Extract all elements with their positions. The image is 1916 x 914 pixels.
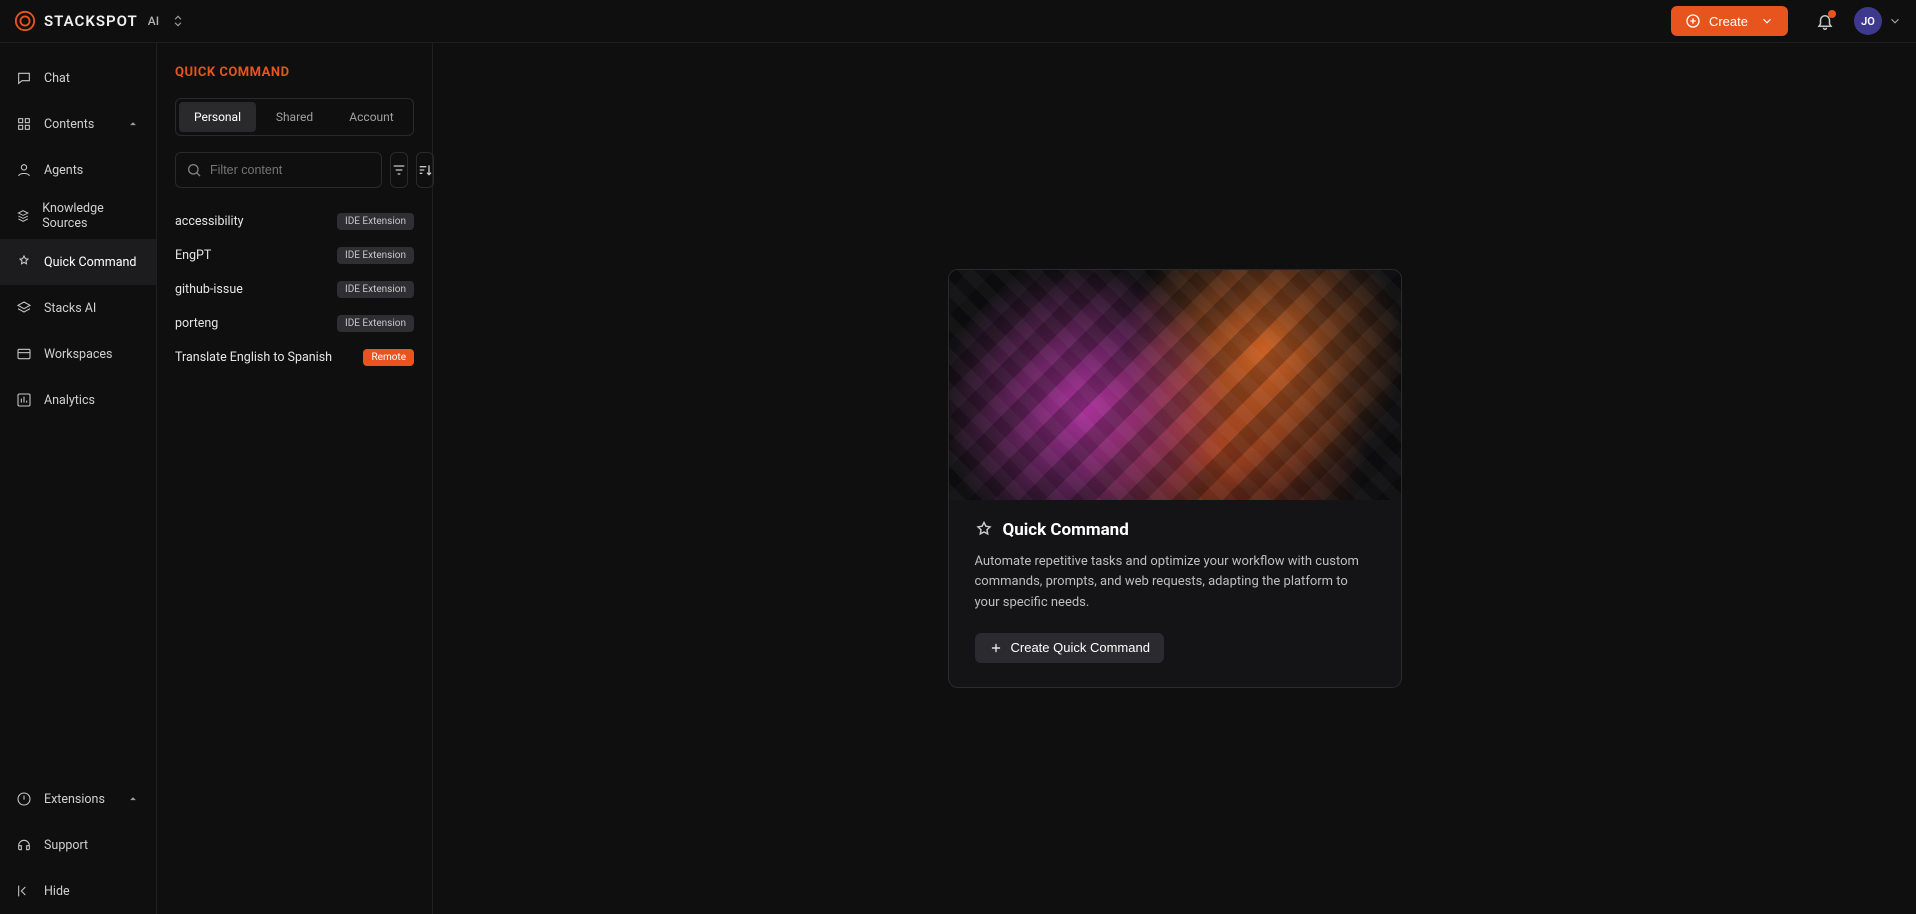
search-input[interactable] [210, 163, 371, 177]
layers-icon [16, 300, 32, 316]
sidebar-item-label: Contents [44, 117, 94, 132]
command-badge: IDE Extension [337, 281, 414, 298]
command-badge: IDE Extension [337, 213, 414, 230]
command-item[interactable]: EngPT IDE Extension [175, 238, 414, 272]
filter-button[interactable] [390, 152, 408, 188]
card-description: Automate repetitive tasks and optimize y… [975, 552, 1375, 612]
brand-suffix: AI [148, 14, 159, 28]
command-list: accessibility IDE Extension EngPT IDE Ex… [175, 204, 414, 374]
search-box[interactable] [175, 152, 382, 188]
command-badge: Remote [363, 349, 414, 366]
sidebar-item-hide[interactable]: Hide [0, 868, 156, 914]
sidebar-item-label: Quick Command [44, 255, 136, 270]
create-button[interactable]: Create [1671, 6, 1788, 36]
command-badge: IDE Extension [337, 315, 414, 332]
command-name: EngPT [175, 248, 211, 263]
sidebar-item-label: Knowledge Sources [42, 201, 140, 231]
command-name: github-issue [175, 282, 243, 297]
sidebar-item-extensions[interactable]: Extensions [0, 776, 156, 822]
avatar: JO [1854, 7, 1882, 35]
command-icon [16, 254, 32, 270]
agent-icon [16, 162, 32, 178]
sidebar-item-label: Agents [44, 163, 83, 178]
create-quick-command-button[interactable]: Create Quick Command [975, 633, 1164, 663]
card-title: Quick Command [1003, 520, 1129, 540]
sidebar-item-contents[interactable]: Contents [0, 101, 156, 147]
user-menu[interactable]: JO [1854, 7, 1902, 35]
command-item[interactable]: porteng IDE Extension [175, 306, 414, 340]
notifications-button[interactable] [1816, 12, 1834, 30]
chevron-down-icon [1888, 14, 1902, 28]
filter-icon [391, 162, 407, 178]
sort-button[interactable] [416, 152, 434, 188]
brand-logo-icon [14, 10, 36, 32]
create-button-label: Create [1709, 14, 1748, 29]
card-cta-label: Create Quick Command [1011, 640, 1150, 655]
sidebar-item-label: Stacks AI [44, 301, 96, 316]
command-name: Translate English to Spanish [175, 350, 332, 365]
sidebar-item-label: Analytics [44, 393, 95, 408]
command-badge: IDE Extension [337, 247, 414, 264]
headset-icon [16, 837, 32, 853]
command-item[interactable]: github-issue IDE Extension [175, 272, 414, 306]
sidebar-item-label: Extensions [44, 792, 105, 807]
chevron-down-icon [1760, 14, 1774, 28]
command-name: accessibility [175, 214, 244, 229]
quick-command-card: Quick Command Automate repetitive tasks … [948, 269, 1402, 687]
tab-shared[interactable]: Shared [256, 102, 333, 132]
stack-icon [16, 208, 30, 224]
sidebar-item-support[interactable]: Support [0, 822, 156, 868]
caret-up-icon [126, 792, 140, 806]
sidebar-item-label: Workspaces [44, 347, 113, 362]
panel-title: QUICK COMMAND [175, 65, 414, 80]
sidebar-item-label: Hide [44, 884, 70, 899]
sidebar-item-analytics[interactable]: Analytics [0, 377, 156, 423]
command-item[interactable]: accessibility IDE Extension [175, 204, 414, 238]
collapse-icon [16, 883, 32, 899]
sidebar-item-quick-command[interactable]: Quick Command [0, 239, 156, 285]
command-name: porteng [175, 316, 218, 331]
command-item[interactable]: Translate English to Spanish Remote [175, 340, 414, 374]
canvas: Quick Command Automate repetitive tasks … [433, 43, 1916, 914]
sidebar-item-label: Support [44, 838, 88, 853]
grid-icon [16, 116, 32, 132]
brand[interactable]: STACKSPOT AI [14, 10, 185, 32]
notification-dot [1828, 10, 1836, 18]
commands-panel: QUICK COMMAND PersonalSharedAccount acce… [157, 43, 433, 914]
power-icon [16, 791, 32, 807]
caret-up-icon [126, 117, 140, 131]
brand-switcher-icon[interactable] [171, 14, 185, 28]
plus-icon [989, 641, 1003, 655]
chat-icon [16, 70, 32, 86]
tab-personal[interactable]: Personal [179, 102, 256, 132]
sidebar-item-workspaces[interactable]: Workspaces [0, 331, 156, 377]
brand-name: STACKSPOT [44, 12, 138, 30]
sidebar-item-stacks-ai[interactable]: Stacks AI [0, 285, 156, 331]
workspace-icon [16, 346, 32, 362]
search-icon [186, 162, 202, 178]
sidebar-item-knowledge-sources[interactable]: Knowledge Sources [0, 193, 156, 239]
sort-icon [417, 162, 433, 178]
sidebar: Chat Contents Agents Knowledge Sources Q… [0, 43, 157, 914]
card-hero-image [949, 270, 1401, 500]
sidebar-item-agents[interactable]: Agents [0, 147, 156, 193]
plus-circle-icon [1685, 13, 1701, 29]
avatar-initials: JO [1861, 15, 1875, 28]
tabs: PersonalSharedAccount [175, 98, 414, 136]
chart-icon [16, 392, 32, 408]
command-icon [975, 521, 993, 539]
sidebar-item-chat[interactable]: Chat [0, 55, 156, 101]
tab-account[interactable]: Account [333, 102, 410, 132]
sidebar-item-label: Chat [44, 71, 70, 86]
